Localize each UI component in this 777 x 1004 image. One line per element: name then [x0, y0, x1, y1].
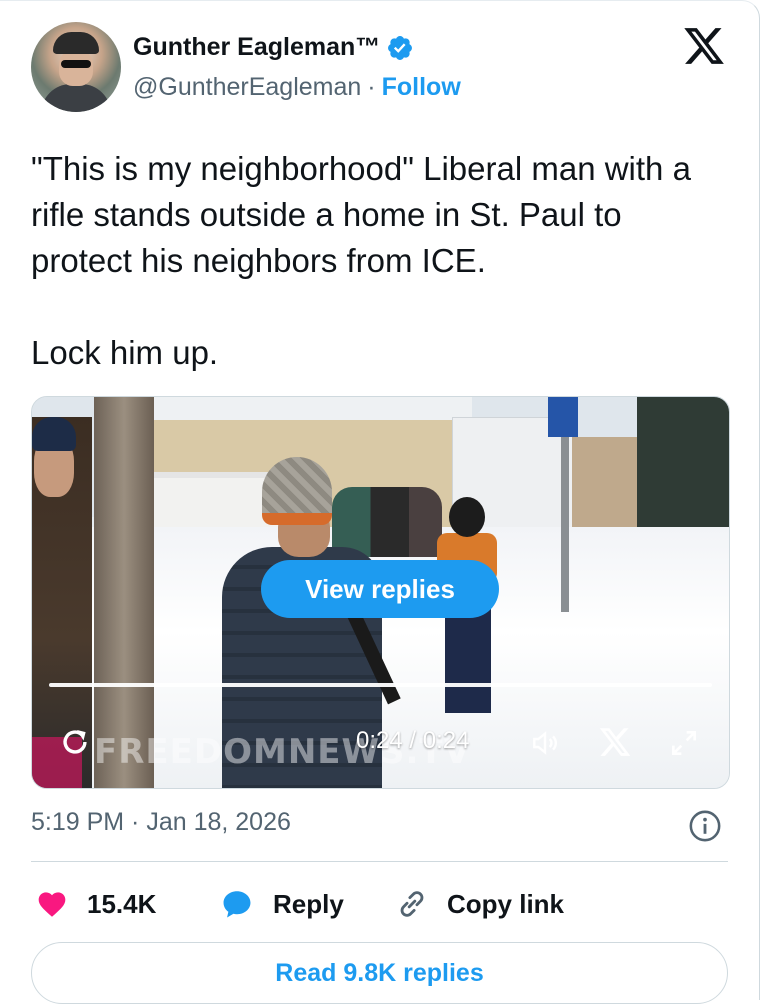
info-icon[interactable]	[688, 809, 722, 843]
reply-label: Reply	[273, 888, 344, 919]
like-count: 15.4K	[87, 888, 157, 919]
verified-badge-icon	[388, 35, 413, 60]
reply-bubble-icon	[223, 891, 251, 918]
reply-button[interactable]: Reply	[219, 883, 344, 925]
video-player[interactable]: View replies FREEDOMNEWS.TV 0:24 / 0:24	[31, 396, 730, 789]
video-progress-bar[interactable]	[49, 683, 712, 687]
author-handle-row: @GuntherEagleman · Follow	[133, 73, 461, 102]
video-time: 0:24 / 0:24	[356, 727, 470, 754]
tweet-text: "This is my neighborhood" Liberal man wi…	[31, 150, 691, 371]
fullscreen-icon[interactable]	[668, 727, 700, 759]
read-replies-button[interactable]: Read 9.8K replies	[31, 942, 728, 1004]
tweet-timestamp[interactable]: 5:19 PM · Jan 18, 2026	[31, 808, 291, 837]
link-icon	[400, 891, 424, 917]
x-logo-icon[interactable]	[682, 24, 726, 68]
separator-dot: ·	[367, 73, 376, 101]
author-name-row: Gunther Eagleman™	[133, 33, 414, 62]
divider	[31, 861, 728, 862]
author-handle[interactable]: @GuntherEagleman	[133, 73, 361, 101]
follow-button[interactable]: Follow	[382, 73, 461, 101]
copy-link-label: Copy link	[447, 888, 565, 919]
heart-icon	[38, 892, 66, 917]
view-replies-button[interactable]: View replies	[261, 560, 499, 618]
volume-icon[interactable]	[528, 727, 562, 759]
tweet-actions: 15.4K Reply Copy link	[31, 883, 731, 925]
author-display-name[interactable]: Gunther Eagleman™	[133, 33, 380, 62]
x-share-icon[interactable]	[598, 725, 632, 759]
like-button[interactable]: 15.4K	[35, 883, 156, 925]
replay-icon[interactable]	[58, 725, 92, 759]
copy-link-button[interactable]: Copy link	[395, 883, 564, 925]
avatar[interactable]	[31, 22, 121, 112]
